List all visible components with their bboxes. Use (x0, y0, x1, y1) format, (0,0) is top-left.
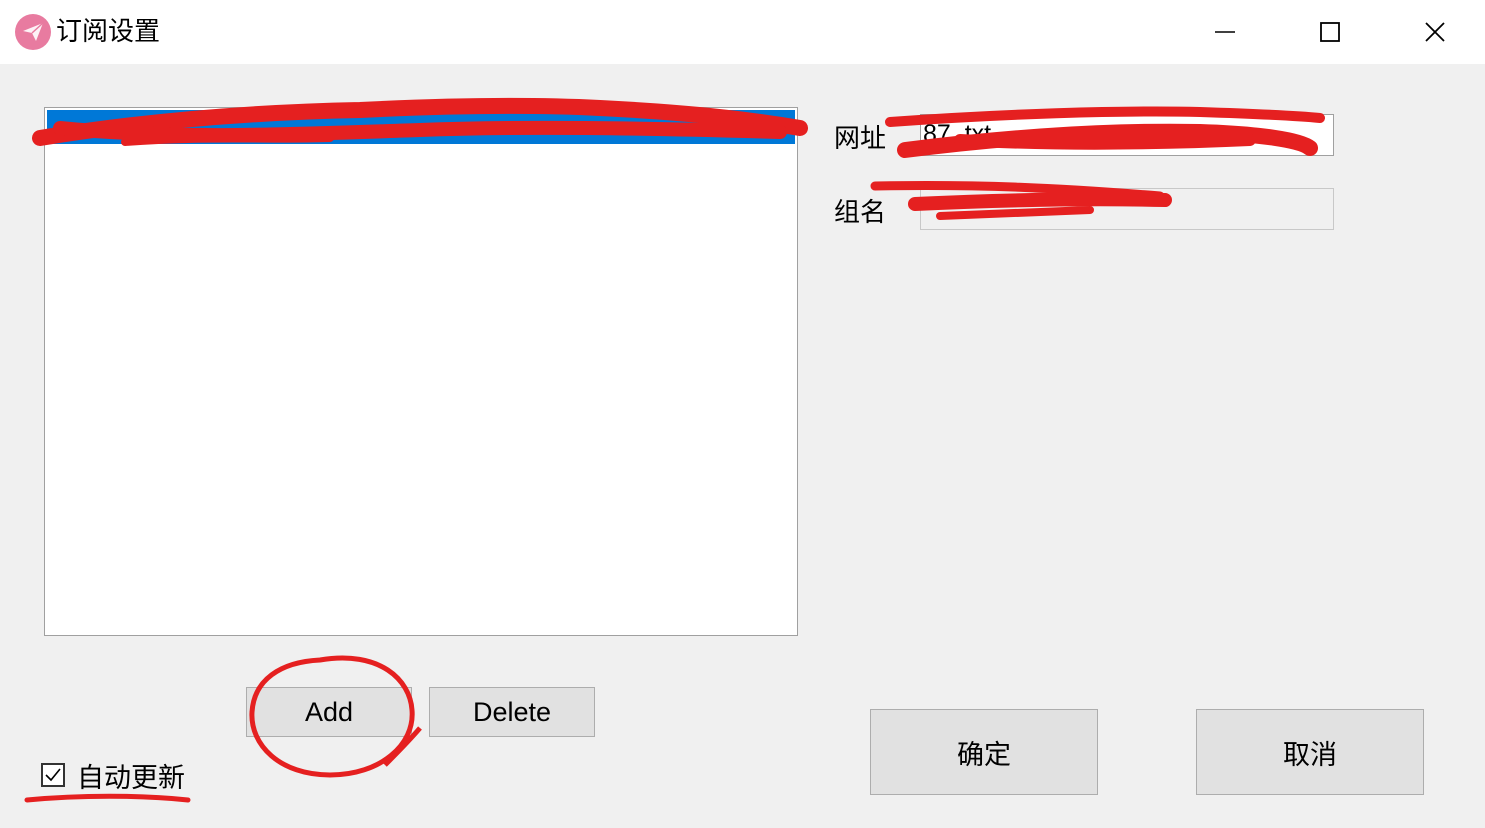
url-input[interactable]: 87 .txt (920, 114, 1334, 156)
cancel-button[interactable]: 取消 (1196, 709, 1424, 795)
auto-update-checkbox[interactable]: 自动更新 (41, 758, 185, 794)
minimize-button[interactable] (1175, 0, 1275, 64)
title-bar[interactable]: 订阅设置 (0, 0, 1485, 64)
maximize-icon (1320, 22, 1340, 42)
close-icon (1425, 22, 1445, 42)
list-item[interactable] (47, 110, 795, 144)
group-name-input[interactable] (920, 188, 1334, 230)
window-title: 订阅设置 (56, 17, 161, 47)
subscription-settings-window: 订阅设置 网址 87 .txt 组名 Add Delete 确定 取消 自动更新 (0, 0, 1485, 828)
paper-plane-icon (15, 14, 51, 50)
maximize-button[interactable] (1280, 0, 1380, 64)
group-name-label: 组名 (834, 198, 887, 228)
close-button[interactable] (1385, 0, 1485, 64)
add-button[interactable]: Add (246, 687, 412, 737)
url-label: 网址 (834, 124, 887, 154)
confirm-button[interactable]: 确定 (870, 709, 1098, 795)
minimize-icon (1215, 31, 1235, 33)
checkmark-icon (45, 768, 61, 782)
subscription-list[interactable] (44, 107, 798, 636)
checkbox-box[interactable] (41, 763, 65, 787)
auto-update-label: 自动更新 (77, 762, 185, 794)
delete-button[interactable]: Delete (429, 687, 595, 737)
